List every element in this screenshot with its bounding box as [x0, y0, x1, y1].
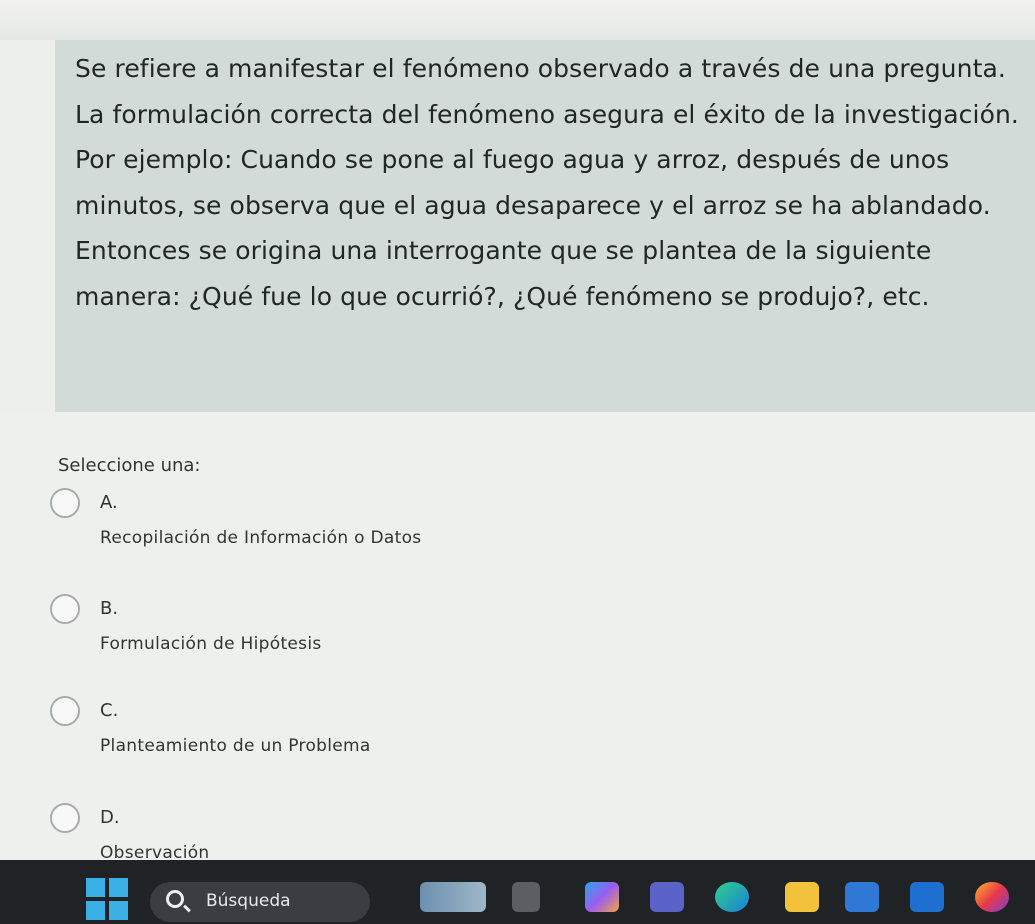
copilot-icon[interactable]: [585, 882, 619, 912]
option-d-letter: D.: [100, 807, 120, 828]
outlook-icon[interactable]: [910, 882, 944, 912]
store-icon[interactable]: [845, 882, 879, 912]
teams-icon[interactable]: [650, 882, 684, 912]
option-c-label[interactable]: Planteamiento de un Problema: [100, 736, 371, 756]
option-a-label[interactable]: Recopilación de Información o Datos: [100, 528, 421, 548]
edge-icon[interactable]: [715, 882, 749, 912]
start-icon[interactable]: [86, 878, 128, 920]
option-a-letter: A.: [100, 492, 118, 513]
taskbar: Búsqueda: [0, 860, 1035, 924]
search-label: Búsqueda: [206, 891, 291, 911]
weather-widget-icon[interactable]: [420, 882, 486, 912]
option-b-label[interactable]: Formulación de Hipótesis: [100, 634, 322, 654]
option-c-letter: C.: [100, 700, 119, 721]
file-explorer-icon[interactable]: [785, 882, 819, 912]
taskbar-search-box[interactable]: Búsqueda: [150, 882, 370, 922]
question-box: Se refiere a manifestar el fenómeno obse…: [55, 40, 1035, 412]
option-c-radio[interactable]: [50, 696, 80, 726]
option-b-radio[interactable]: [50, 594, 80, 624]
select-one-prompt: Seleccione una:: [58, 455, 201, 476]
option-a-radio[interactable]: [50, 488, 80, 518]
question-text: Se refiere a manifestar el fenómeno obse…: [75, 54, 1019, 311]
option-b-letter: B.: [100, 598, 119, 619]
top-strip: [0, 0, 1035, 40]
option-d-radio[interactable]: [50, 803, 80, 833]
firefox-icon[interactable]: [975, 882, 1009, 912]
task-view-icon[interactable]: [512, 882, 540, 912]
search-icon: [166, 890, 184, 908]
